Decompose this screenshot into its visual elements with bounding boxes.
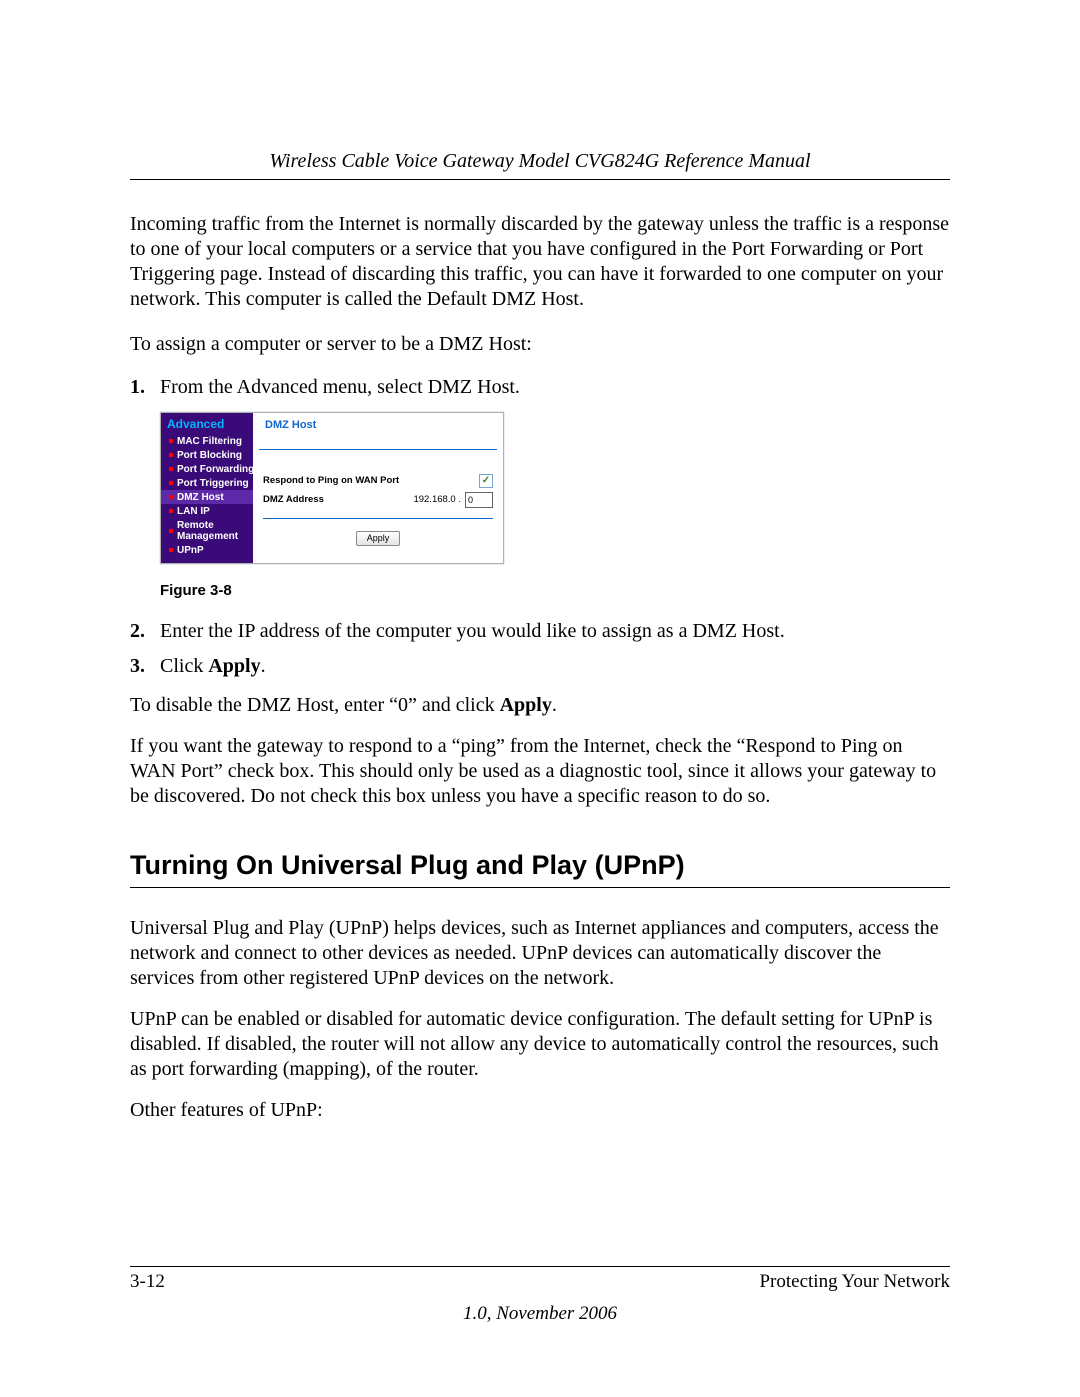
bullet-icon [169, 439, 173, 443]
dmz-address-label: DMZ Address [263, 494, 413, 506]
header-rule [130, 179, 950, 180]
respond-to-ping-label: Respond to Ping on WAN Port [263, 475, 479, 487]
bullet-icon [169, 548, 173, 552]
disable-suffix: . [552, 694, 557, 716]
apply-row: Apply [253, 527, 503, 556]
footer-row: 3-12 Protecting Your Network [130, 1271, 950, 1293]
footer-rule [130, 1266, 950, 1267]
disable-paragraph: To disable the DMZ Host, enter “0” and c… [130, 693, 950, 718]
menu-item-mac-filtering[interactable]: MAC Filtering [161, 434, 253, 448]
menu-heading: Advanced [161, 417, 253, 434]
menu-item-remote-management[interactable]: Remote Management [161, 518, 253, 543]
menu-item-port-blocking[interactable]: Port Blocking [161, 448, 253, 462]
figure-caption: Figure 3-8 [160, 582, 950, 601]
footer-version: 1.0, November 2006 [130, 1303, 950, 1325]
bullet-icon [169, 495, 173, 499]
page-footer: 3-12 Protecting Your Network 1.0, Novemb… [130, 1266, 950, 1325]
step-3-prefix: Click [160, 655, 208, 677]
ping-paragraph: If you want the gateway to respond to a … [130, 734, 950, 809]
menu-label: Port Blocking [177, 450, 242, 461]
respond-to-ping-checkbox[interactable]: ✓ [479, 474, 493, 488]
step-3: 3. Click Apply. [130, 654, 950, 679]
bullet-icon [169, 529, 173, 533]
menu-item-port-triggering[interactable]: Port Triggering [161, 476, 253, 490]
page-number: 3-12 [130, 1271, 165, 1293]
respond-to-ping-row: Respond to Ping on WAN Port ✓ [253, 472, 503, 490]
step-number: 1. [130, 375, 160, 400]
running-header: Wireless Cable Voice Gateway Model CVG82… [130, 150, 950, 173]
step-text: From the Advanced menu, select DMZ Host. [160, 375, 950, 400]
menu-item-port-forwarding[interactable]: Port Forwarding [161, 462, 253, 476]
menu-label: Port Triggering [177, 478, 249, 489]
bullet-icon [169, 453, 173, 457]
dmz-ip-input[interactable]: 0 [465, 492, 493, 508]
body: Incoming traffic from the Internet is no… [130, 212, 950, 1123]
disable-prefix: To disable the DMZ Host, enter “0” and c… [130, 694, 500, 716]
step-3-suffix: . [261, 655, 266, 677]
panel-divider [263, 518, 493, 519]
menu-label: DMZ Host [177, 492, 224, 503]
intro-paragraph: Incoming traffic from the Internet is no… [130, 212, 950, 312]
disable-bold: Apply [500, 694, 552, 716]
menu-label: Port Forwarding [177, 464, 253, 475]
assign-intro: To assign a computer or server to be a D… [130, 332, 950, 357]
upnp-paragraph-1: Universal Plug and Play (UPnP) helps dev… [130, 916, 950, 991]
upnp-paragraph-3: Other features of UPnP: [130, 1098, 950, 1123]
menu-item-lan-ip[interactable]: LAN IP [161, 504, 253, 518]
menu-label: UPnP [177, 545, 204, 556]
upnp-paragraph-2: UPnP can be enabled or disabled for auto… [130, 1007, 950, 1082]
dmz-host-panel: DMZ Host Respond to Ping on WAN Port ✓ D… [253, 413, 503, 563]
menu-label: LAN IP [177, 506, 210, 517]
panel-title: DMZ Host [259, 413, 497, 450]
menu-label: Remote Management [177, 520, 249, 542]
steps-list-cont: 2. Enter the IP address of the computer … [130, 619, 950, 679]
bullet-icon [169, 481, 173, 485]
step-number: 3. [130, 654, 160, 679]
bullet-icon [169, 509, 173, 513]
dmz-address-row: DMZ Address 192.168.0 . 0 [253, 490, 503, 510]
step-text: Enter the IP address of the computer you… [160, 619, 950, 644]
menu-item-dmz-host[interactable]: DMZ Host [161, 490, 253, 504]
manual-page: Wireless Cable Voice Gateway Model CVG82… [0, 0, 1080, 1397]
figure-3-8: Advanced MAC Filtering Port Blocking Por… [160, 412, 950, 601]
router-ui-screenshot: Advanced MAC Filtering Port Blocking Por… [160, 412, 504, 564]
steps-list: 1. From the Advanced menu, select DMZ Ho… [130, 375, 950, 400]
step-1: 1. From the Advanced menu, select DMZ Ho… [130, 375, 950, 400]
menu-item-upnp[interactable]: UPnP [161, 543, 253, 557]
menu-label: MAC Filtering [177, 436, 242, 447]
heading-rule [130, 887, 950, 888]
step-3-bold: Apply [208, 655, 260, 677]
ip-wrap: 192.168.0 . 0 [413, 492, 493, 508]
section-title: Protecting Your Network [759, 1271, 950, 1293]
bullet-icon [169, 467, 173, 471]
step-text: Click Apply. [160, 654, 950, 679]
section-heading-upnp: Turning On Universal Plug and Play (UPnP… [130, 849, 950, 883]
step-number: 2. [130, 619, 160, 644]
advanced-menu: Advanced MAC Filtering Port Blocking Por… [161, 413, 253, 563]
ip-prefix: 192.168.0 . [413, 494, 461, 506]
apply-button[interactable]: Apply [356, 531, 401, 546]
step-2: 2. Enter the IP address of the computer … [130, 619, 950, 644]
